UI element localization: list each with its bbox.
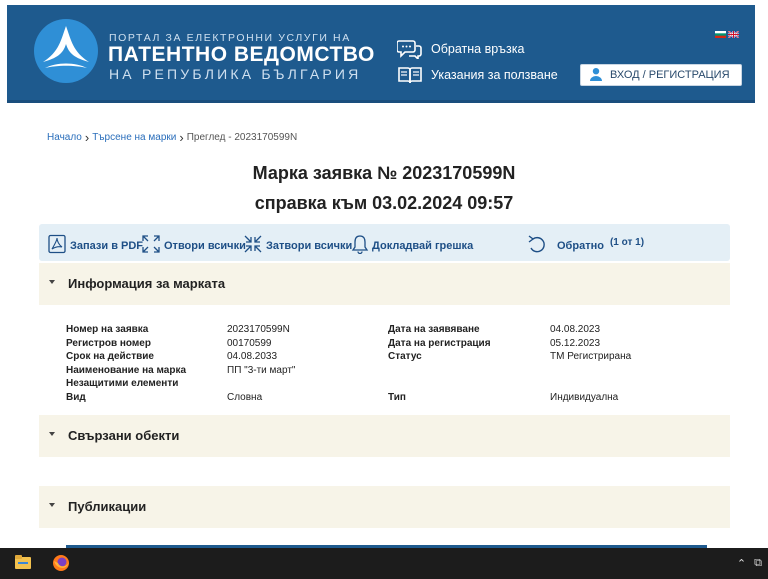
save-pdf-button[interactable]: Запази в PDF [47,234,143,257]
chevron-right-icon: › [84,129,90,145]
expand-arrows-icon [141,234,161,257]
language-switcher [715,25,740,39]
expand-all-label: Отвори всички [164,239,246,252]
collapse-arrows-icon [243,234,263,257]
label-type: Тип [388,391,406,403]
value-empty-1 [550,364,631,378]
brand-line-3: НА РЕПУБЛИКА БЪЛГАРИЯ [109,66,362,82]
label-empty-1 [388,364,491,378]
feedback-label: Обратна връзка [431,42,525,56]
page-count: (1 от 1) [609,237,645,248]
label-validity: Срок на действие [66,351,154,362]
value-mark-name: ПП "3-ти март" [227,364,296,376]
chevron-up-icon[interactable]: ⌃ [737,557,746,570]
info-right-values: 04.08.2023 05.12.2023 ТМ Регистрирана Ин… [550,323,631,404]
chat-bubbles-icon [397,39,423,59]
label-unprotected-elements: Незащитими елементи [66,378,179,389]
firefox-icon[interactable] [52,554,70,577]
section-publications-title: Публикации [68,499,147,514]
login-register-button[interactable]: ВХОД / РЕГИСТРАЦИЯ [580,64,742,86]
breadcrumb-current: Преглед - 2023170599N [186,132,298,143]
label-filing-date: Дата на заявяване [388,324,480,335]
label-mark-name: Наименование на марка [66,364,187,376]
section-related-objects-title: Свързани обекти [68,428,180,443]
value-type: Индивидуална [550,391,619,403]
label-registration-date: Дата на регистрация [388,337,491,349]
os-taskbar: ⌃ ⧉ [0,548,768,579]
info-right-labels: Дата на заявяване Дата на регистрация Ст… [388,323,491,404]
login-register-label: ВХОД / РЕГИСТРАЦИЯ [610,69,730,81]
pdf-icon [47,234,67,257]
info-left-labels: Номер на заявка Регистров номер Срок на … [66,323,186,404]
value-application-number: 2023170599N [227,324,290,335]
section-publications[interactable]: Публикации [39,486,730,528]
section-related-objects[interactable]: Свързани обекти [39,415,730,457]
page-subtitle: справка към 03.02.2024 09:57 [254,193,514,213]
site-header: ПОРТАЛ ЗА ЕЛЕКТРОННИ УСЛУГИ НА ПАТЕНТНО … [7,5,755,103]
collapse-all-button[interactable]: Затвори всички [243,234,352,257]
value-kind: Словна [227,391,263,403]
save-pdf-label: Запази в PDF [70,239,144,252]
patent-office-logo[interactable] [33,18,99,84]
user-icon [589,67,603,84]
info-left-values: 2023170599N 00170599 04.08.2033 ПП "3-ти… [227,323,295,404]
value-validity: 04.08.2033 [227,351,278,362]
expand-all-button[interactable]: Отвори всички [141,234,246,257]
label-kind: Вид [66,391,86,403]
instructions-label: Указания за ползване [431,68,558,82]
instructions-link[interactable]: Указания за ползване [397,65,558,85]
book-icon [397,65,423,85]
undo-arrow-icon [526,234,548,257]
page-title: Марка заявка № 2023170599N [252,163,516,183]
value-status: ТМ Регистрирана [550,351,632,362]
bulgarian-flag-icon[interactable] [715,25,726,38]
label-application-number: Номер на заявка [66,324,149,335]
back-label: Обратно [557,239,604,252]
chevron-down-icon [49,432,55,436]
value-registration-date: 05.12.2023 [550,337,601,349]
uk-flag-icon[interactable] [727,25,740,39]
chevron-right-icon: › [179,129,184,145]
label-status: Статус [388,351,422,362]
section-mark-info[interactable]: Информация за марката [39,263,730,305]
section-mark-info-title: Информация за марката [68,276,226,291]
chevron-down-icon [49,280,55,284]
action-toolbar: Запази в PDF Отвори всички Затвори всичк… [39,224,730,261]
breadcrumb-home-link[interactable]: Начало [47,132,82,143]
chevron-down-icon [49,503,55,507]
main-content: Начало › Търсене на марки › Преглед - 20… [0,108,768,549]
value-registry-number: 00170599 [227,337,272,349]
report-error-label: Докладвай грешка [372,239,474,252]
network-icon[interactable]: ⧉ [754,557,762,570]
report-error-button[interactable]: Докладвай грешка [351,234,473,257]
value-empty-2 [550,377,631,391]
back-button[interactable]: Обратно (1 от 1) [526,234,644,257]
system-tray: ⌃ ⧉ [737,557,762,570]
value-filing-date: 04.08.2023 [550,324,601,335]
bell-icon [351,234,369,257]
label-registry-number: Регистров номер [66,337,151,349]
label-empty-2 [388,377,491,391]
brand-line-2: ПАТЕНТНО ВЕДОМСТВО [108,43,375,66]
feedback-link[interactable]: Обратна връзка [397,39,524,59]
breadcrumb: Начало › Търсене на марки › Преглед - 20… [47,129,298,145]
file-explorer-icon[interactable] [14,554,32,577]
value-unprotected-elements [227,377,295,391]
breadcrumb-search-link[interactable]: Търсене на марки [92,132,176,143]
collapse-all-label: Затвори всички [266,239,353,252]
